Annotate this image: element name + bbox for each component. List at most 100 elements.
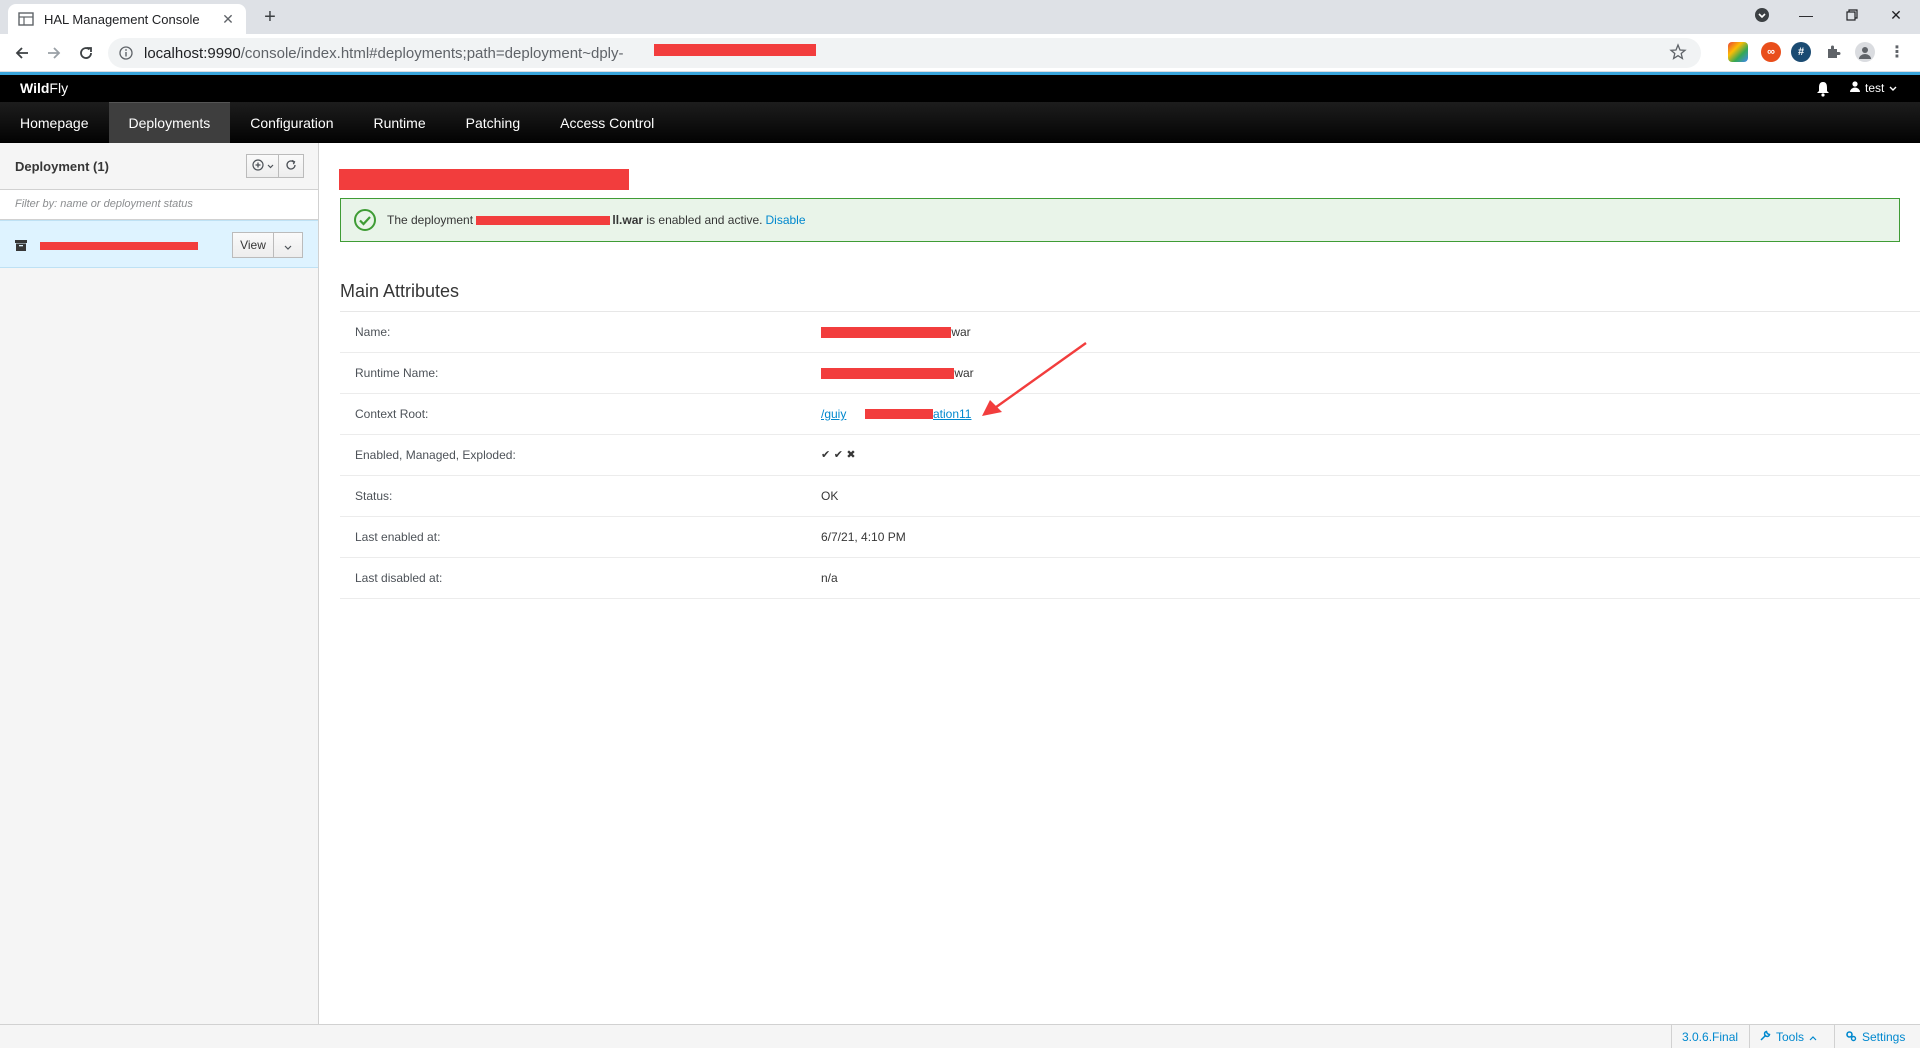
url-redaction (654, 44, 816, 56)
archive-icon (15, 239, 27, 251)
tab-search-icon[interactable] (1748, 0, 1776, 30)
hal-favicon-icon (18, 11, 34, 27)
attr-row-runtime-name: Runtime Name: .war (340, 353, 1920, 394)
notifications-bell-icon[interactable] (1816, 81, 1836, 99)
address-bar[interactable]: localhost:9990/console/index.html#deploy… (108, 38, 1701, 68)
runtime-name-redaction (821, 368, 954, 379)
refresh-icon (285, 159, 297, 174)
version-link[interactable]: 3.0.6.Final (1671, 1025, 1748, 1048)
version-text: 3.0.6.Final (1682, 1030, 1739, 1044)
brand-bold: Wild (20, 80, 50, 96)
wrench-icon (1760, 1030, 1771, 1044)
console-brand-bar: WildFly test (0, 72, 1920, 102)
context-root-link-start[interactable]: /guiy (821, 407, 846, 421)
ok-check-circle-icon (353, 208, 377, 232)
context-root-link-end[interactable]: ation11 (933, 407, 971, 421)
extensions-puzzle-icon[interactable] (1823, 42, 1843, 62)
chevron-down-icon (284, 238, 292, 253)
attr-row-last-enabled: Last enabled at: 6/7/21, 4:10 PM (340, 517, 1920, 558)
nav-runtime[interactable]: Runtime (353, 102, 445, 143)
deployment-column: Deployment (1) Filter by: name or deploy… (0, 143, 319, 1024)
attr-label: Status: (355, 489, 393, 503)
attr-row-flags: Enabled, Managed, Exploded: ✔ ✔ ✖ (340, 435, 1920, 476)
name-redaction (821, 327, 951, 338)
nav-patching[interactable]: Patching (446, 102, 540, 143)
deployment-detail: The deployment ll.war is enabled and act… (320, 143, 1920, 1024)
attr-value-name: .war (948, 325, 971, 339)
url-text: localhost:9990/console/index.html#deploy… (144, 45, 623, 62)
annotation-arrow (982, 342, 1087, 416)
nav-deployments[interactable]: Deployments (108, 102, 231, 143)
alert-war-fragment: ll.war (612, 213, 644, 227)
forward-icon[interactable] (42, 41, 66, 65)
reload-icon[interactable] (74, 41, 98, 65)
deployment-filter-input[interactable]: Filter by: name or deployment status (0, 190, 318, 220)
add-deployment-button[interactable] (246, 154, 279, 178)
attr-label: Runtime Name: (355, 366, 439, 380)
nav-homepage[interactable]: Homepage (0, 102, 109, 143)
attr-label: Context Root: (355, 407, 429, 421)
wildfly-logo[interactable]: WildFly (20, 80, 68, 96)
browser-menu-icon[interactable]: ⋮ (1887, 42, 1907, 62)
deployment-status-alert: The deployment ll.war is enabled and act… (340, 198, 1900, 242)
attr-label: Name: (355, 325, 391, 339)
new-tab-icon[interactable]: + (258, 6, 282, 30)
deployment-list-item[interactable]: View (0, 220, 318, 268)
extension-colorful-icon[interactable] (1728, 42, 1748, 62)
main-attributes-title: Main Attributes (340, 281, 460, 301)
user-icon (1850, 81, 1860, 95)
attr-row-last-disabled: Last disabled at: n/a (340, 558, 1920, 599)
brand-rest: Fly (49, 80, 69, 96)
main-attributes-table: Name: .war Runtime Name: .war Context Ro… (340, 312, 1920, 599)
gears-icon (1845, 1030, 1857, 1045)
deployment-title-redaction (339, 169, 629, 190)
restore-icon[interactable] (1832, 0, 1872, 30)
deployment-column-title: Deployment (1) (15, 159, 109, 174)
tools-menu[interactable]: Tools (1749, 1025, 1827, 1048)
alert-suffix: is enabled and active. (643, 213, 763, 227)
chevron-down-icon (1889, 81, 1897, 95)
url-path: /console/index.html#deployments;path=dep… (240, 44, 624, 62)
settings-menu[interactable]: Settings (1834, 1025, 1915, 1048)
view-button[interactable]: View (232, 232, 274, 258)
attr-label: Last disabled at: (355, 571, 443, 585)
profile-avatar-icon[interactable] (1855, 42, 1875, 62)
tab-title: HAL Management Console (44, 11, 200, 27)
alert-prefix: The deployment (387, 213, 477, 227)
user-menu[interactable]: test (1850, 81, 1897, 95)
extension-infinity-icon[interactable]: ∞ (1761, 42, 1781, 62)
attr-label: Enabled, Managed, Exploded: (355, 448, 516, 462)
bookmark-star-icon[interactable] (1669, 43, 1689, 63)
site-info-icon[interactable] (118, 45, 134, 61)
deployment-actions-dropdown[interactable] (273, 232, 303, 258)
browser-toolbar: localhost:9990/console/index.html#deploy… (0, 34, 1920, 72)
attr-value-runtime-name: .war (951, 366, 974, 380)
tools-label: Tools (1776, 1030, 1805, 1044)
back-icon[interactable] (10, 41, 34, 65)
user-name: test (1865, 81, 1885, 95)
nav-access-control[interactable]: Access Control (540, 102, 674, 143)
attr-row-status: Status: OK (340, 476, 1920, 517)
tab-close-icon[interactable]: ✕ (220, 11, 236, 27)
nav-configuration[interactable]: Configuration (230, 102, 353, 143)
minimize-icon[interactable]: — (1786, 0, 1826, 30)
chevron-up-icon (1809, 1030, 1817, 1044)
deployment-column-header: Deployment (1) (0, 143, 318, 190)
window-close-icon[interactable]: ✕ (1876, 0, 1916, 30)
top-navigation: Homepage Deployments Configuration Runti… (0, 102, 1920, 143)
disable-link[interactable]: Disable (766, 213, 806, 227)
console-footer: 3.0.6.Final Tools Settings (0, 1024, 1920, 1048)
browser-tab[interactable]: HAL Management Console ✕ (8, 4, 246, 34)
chevron-down-icon (267, 160, 274, 172)
attr-value-flags: ✔ ✔ ✖ (821, 448, 856, 461)
attr-value-last-disabled: n/a (821, 571, 838, 585)
attr-label: Last enabled at: (355, 530, 441, 544)
extension-hash-icon[interactable]: # (1791, 42, 1811, 62)
url-host: localhost:9990 (144, 44, 241, 62)
attr-value-status: OK (821, 489, 839, 503)
add-circle-icon (251, 158, 264, 174)
refresh-button[interactable] (279, 154, 304, 178)
context-root-redaction (865, 409, 933, 419)
attr-row-name: Name: .war (340, 312, 1920, 353)
deployment-name-redaction (40, 242, 198, 250)
